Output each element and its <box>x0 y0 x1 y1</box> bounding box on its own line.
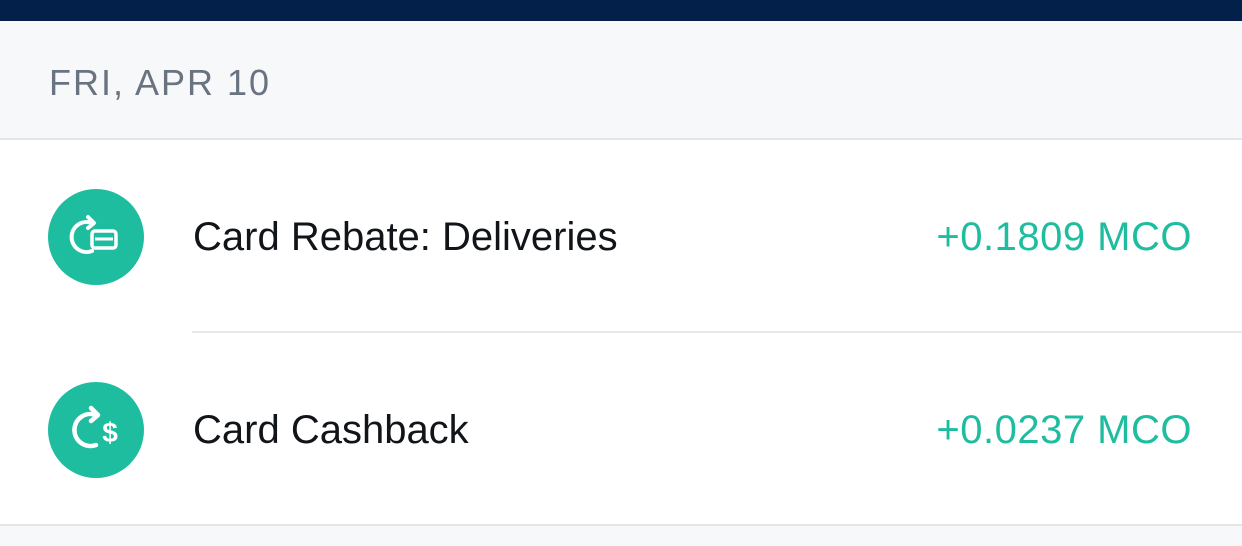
transaction-amount: +0.1809 MCO <box>936 215 1192 259</box>
top-navigation-bar <box>0 0 1242 21</box>
svg-text:$: $ <box>102 417 118 448</box>
date-label: FRI, APR 10 <box>49 62 272 103</box>
transaction-amount: +0.0237 MCO <box>936 408 1192 452</box>
transaction-row[interactable]: Card Rebate: Deliveries +0.1809 MCO <box>0 140 1242 332</box>
next-section-header <box>0 524 1242 546</box>
date-section-header: FRI, APR 10 <box>0 21 1242 140</box>
transaction-title: Card Rebate: Deliveries <box>193 215 618 259</box>
transaction-row[interactable]: $ Card Cashback +0.0237 MCO <box>0 333 1242 525</box>
cashback-dollar-icon: $ <box>48 382 144 478</box>
card-rebate-icon <box>48 189 144 285</box>
transaction-title: Card Cashback <box>193 408 469 452</box>
